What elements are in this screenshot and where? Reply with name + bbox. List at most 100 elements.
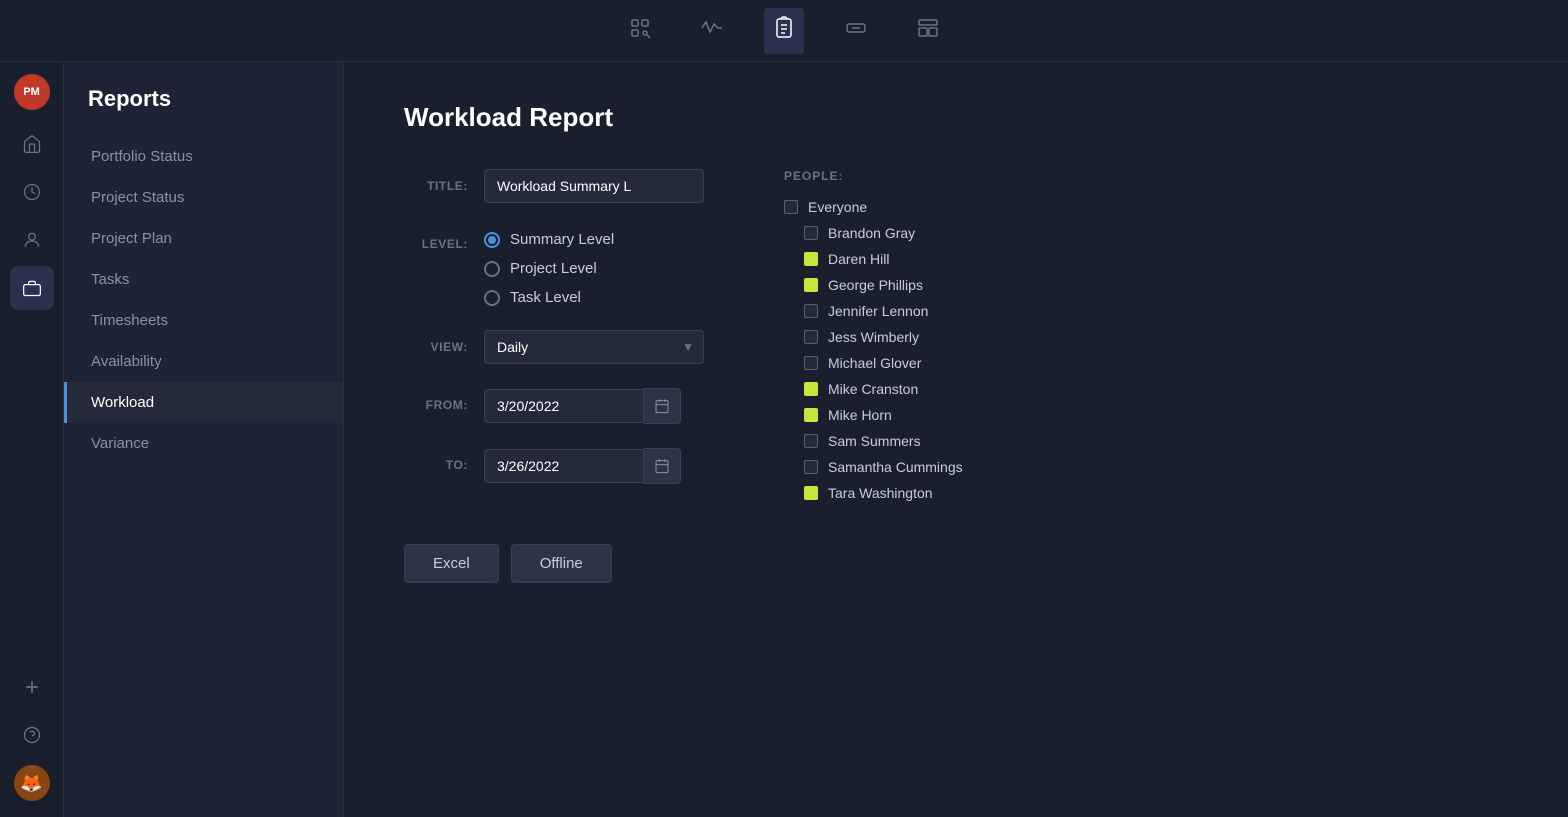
- to-row: TO:: [404, 448, 704, 484]
- form-left: TITLE: LEVEL: Summa: [404, 169, 704, 583]
- daren-color: [804, 252, 818, 266]
- sidebar-item-workload[interactable]: Workload: [64, 382, 343, 423]
- tara-label: Tara Washington: [828, 485, 933, 501]
- person-jess-wimberly[interactable]: Jess Wimberly: [784, 329, 1508, 345]
- briefcase-nav-icon[interactable]: [10, 266, 54, 310]
- excel-button[interactable]: Excel: [404, 544, 499, 583]
- level-label: LEVEL:: [404, 227, 484, 251]
- radio-summary-dot: [488, 236, 496, 244]
- samantha-checkbox[interactable]: [804, 460, 818, 474]
- from-calendar-button[interactable]: [644, 388, 681, 424]
- people-section: PEOPLE: Everyone Brandon Gray: [784, 169, 1508, 583]
- page-title: Workload Report: [404, 102, 1508, 133]
- from-date-input[interactable]: [484, 389, 644, 423]
- to-calendar-button[interactable]: [644, 448, 681, 484]
- help-nav-icon[interactable]: [10, 713, 54, 757]
- level-row: LEVEL: Summary Level Project: [404, 227, 704, 306]
- level-task[interactable]: Task Level: [484, 289, 704, 306]
- view-row: VIEW: Daily Weekly Monthly ▼: [404, 330, 704, 364]
- person-daren-hill[interactable]: Daren Hill: [784, 251, 1508, 267]
- level-control: Summary Level Project Level Task Level: [484, 227, 704, 306]
- title-row: TITLE:: [404, 169, 704, 203]
- jess-checkbox[interactable]: [804, 330, 818, 344]
- from-label: FROM:: [404, 388, 484, 412]
- activity-icon[interactable]: [692, 8, 732, 54]
- from-date-wrapper: [484, 388, 704, 424]
- everyone-checkbox[interactable]: [784, 200, 798, 214]
- icon-sidebar: PM: [0, 62, 64, 817]
- person-everyone[interactable]: Everyone: [784, 199, 1508, 215]
- mike-h-label: Mike Horn: [828, 407, 892, 423]
- person-tara-washington[interactable]: Tara Washington: [784, 485, 1508, 501]
- michael-checkbox[interactable]: [804, 356, 818, 370]
- title-control: [484, 169, 704, 203]
- view-control: Daily Weekly Monthly ▼: [484, 330, 704, 364]
- brandon-checkbox[interactable]: [804, 226, 818, 240]
- pm-logo[interactable]: PM: [14, 74, 50, 110]
- user-avatar[interactable]: 🦊: [10, 761, 54, 805]
- to-date-wrapper: [484, 448, 704, 484]
- person-michael-glover[interactable]: Michael Glover: [784, 355, 1508, 371]
- jennifer-label: Jennifer Lennon: [828, 303, 928, 319]
- nav-sidebar-title: Reports: [64, 86, 343, 136]
- level-radio-group: Summary Level Project Level Task Level: [484, 227, 704, 306]
- radio-task-circle: [484, 290, 500, 306]
- icon-sidebar-top: [10, 122, 54, 661]
- person-mike-horn[interactable]: Mike Horn: [784, 407, 1508, 423]
- from-control: [484, 388, 704, 424]
- level-summary-label: Summary Level: [510, 231, 614, 248]
- button-row: Excel Offline: [404, 544, 704, 583]
- view-select[interactable]: Daily Weekly Monthly: [484, 330, 704, 364]
- sidebar-item-portfolio-status[interactable]: Portfolio Status: [64, 136, 343, 177]
- tara-color: [804, 486, 818, 500]
- person-nav-icon[interactable]: [10, 218, 54, 262]
- daren-label: Daren Hill: [828, 251, 889, 267]
- clipboard-icon[interactable]: [764, 8, 804, 54]
- add-nav-icon[interactable]: [10, 665, 54, 709]
- scan-icon[interactable]: [620, 8, 660, 54]
- to-date-input[interactable]: [484, 449, 644, 483]
- people-list: Everyone Brandon Gray Daren Hill: [784, 199, 1508, 501]
- main-layout: PM: [0, 62, 1568, 817]
- brandon-label: Brandon Gray: [828, 225, 915, 241]
- level-project[interactable]: Project Level: [484, 260, 704, 277]
- samantha-label: Samantha Cummings: [828, 459, 963, 475]
- level-project-label: Project Level: [510, 260, 597, 277]
- person-brandon-gray[interactable]: Brandon Gray: [784, 225, 1508, 241]
- george-label: George Phillips: [828, 277, 923, 293]
- sidebar-item-availability[interactable]: Availability: [64, 341, 343, 382]
- person-george-phillips[interactable]: George Phillips: [784, 277, 1508, 293]
- avatar-image: 🦊: [14, 765, 50, 801]
- home-nav-icon[interactable]: [10, 122, 54, 166]
- layout-split-icon[interactable]: [908, 8, 948, 54]
- sidebar-item-timesheets[interactable]: Timesheets: [64, 300, 343, 341]
- sidebar-item-variance[interactable]: Variance: [64, 423, 343, 464]
- title-input[interactable]: [484, 169, 704, 203]
- jess-label: Jess Wimberly: [828, 329, 919, 345]
- mike-c-label: Mike Cranston: [828, 381, 918, 397]
- radio-project-circle: [484, 261, 500, 277]
- jennifer-checkbox[interactable]: [804, 304, 818, 318]
- clock-nav-icon[interactable]: [10, 170, 54, 214]
- mike-h-color: [804, 408, 818, 422]
- sidebar-item-project-plan[interactable]: Project Plan: [64, 218, 343, 259]
- view-select-wrapper: Daily Weekly Monthly ▼: [484, 330, 704, 364]
- sam-label: Sam Summers: [828, 433, 921, 449]
- level-task-label: Task Level: [510, 289, 581, 306]
- to-label: TO:: [404, 448, 484, 472]
- minus-rect-icon[interactable]: [836, 8, 876, 54]
- person-mike-cranston[interactable]: Mike Cranston: [784, 381, 1508, 397]
- sidebar-item-tasks[interactable]: Tasks: [64, 259, 343, 300]
- content-area: Workload Report TITLE: LEVEL:: [344, 62, 1568, 817]
- topbar: [0, 0, 1568, 62]
- person-jennifer-lennon[interactable]: Jennifer Lennon: [784, 303, 1508, 319]
- michael-label: Michael Glover: [828, 355, 921, 371]
- offline-button[interactable]: Offline: [511, 544, 612, 583]
- person-samantha-cummings[interactable]: Samantha Cummings: [784, 459, 1508, 475]
- sidebar-item-project-status[interactable]: Project Status: [64, 177, 343, 218]
- george-color: [804, 278, 818, 292]
- level-summary[interactable]: Summary Level: [484, 231, 704, 248]
- form-section: TITLE: LEVEL: Summa: [404, 169, 1508, 583]
- person-sam-summers[interactable]: Sam Summers: [784, 433, 1508, 449]
- sam-checkbox[interactable]: [804, 434, 818, 448]
